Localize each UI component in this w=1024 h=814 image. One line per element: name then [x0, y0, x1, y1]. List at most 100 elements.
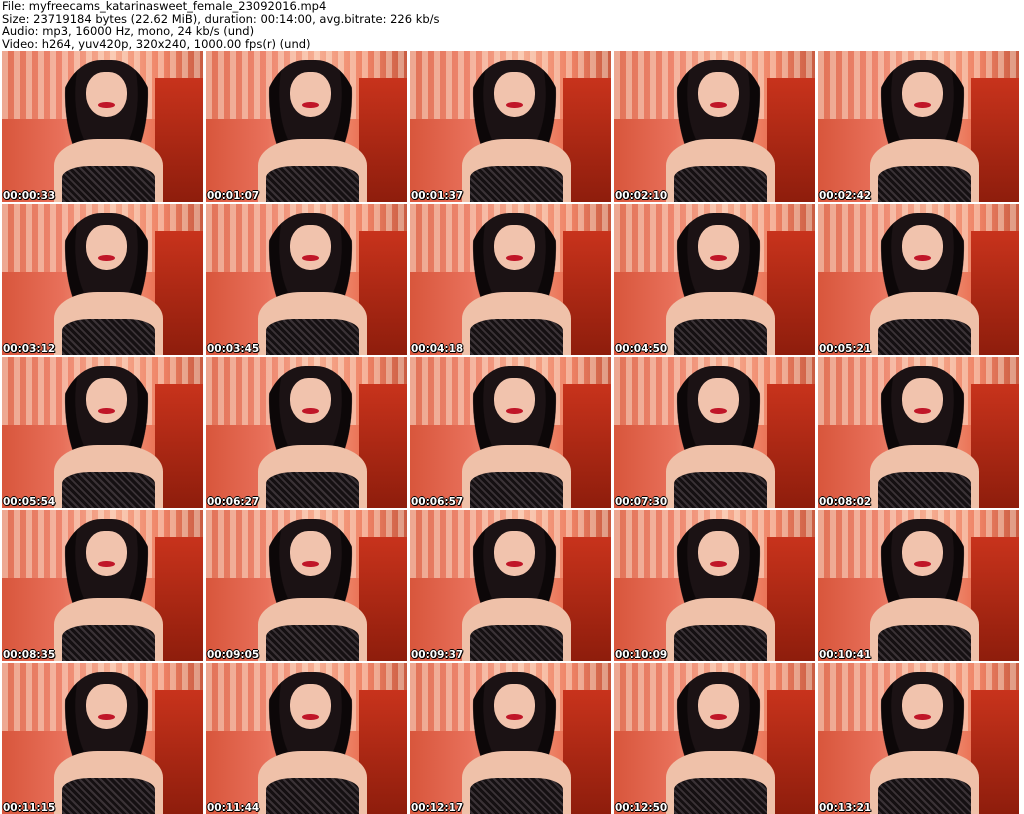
thumbnail-timestamp: 00:03:45 [207, 343, 260, 355]
thumbnail-timestamp: 00:12:17 [411, 802, 464, 814]
thumbnail-bra-shape [266, 318, 359, 355]
thumbnail-face-shape [902, 684, 943, 730]
video-thumbnail[interactable]: 00:11:15 [2, 663, 203, 814]
video-thumbnail[interactable]: 00:13:21 [818, 663, 1019, 814]
thumbnail-bra-shape [266, 624, 359, 661]
thumbnail-face-shape [494, 378, 535, 424]
video-thumbnail[interactable]: 00:05:54 [2, 357, 203, 508]
thumbnail-timestamp: 00:01:07 [207, 190, 260, 202]
thumbnail-timestamp: 00:09:05 [207, 649, 260, 661]
thumbnail-bra-shape [266, 777, 359, 814]
video-thumbnail[interactable]: 00:03:45 [206, 204, 407, 355]
thumbnail-timestamp: 00:08:35 [3, 649, 56, 661]
video-thumbnail[interactable]: 00:02:42 [818, 51, 1019, 202]
thumbnail-bra-shape [62, 165, 155, 202]
video-thumbnail[interactable]: 00:10:41 [818, 510, 1019, 661]
thumbnail-timestamp: 00:03:12 [3, 343, 56, 355]
thumbnail-bra-shape [266, 471, 359, 508]
thumbnail-timestamp: 00:07:30 [615, 496, 668, 508]
thumbnail-bra-shape [62, 624, 155, 661]
video-thumbnail[interactable]: 00:02:10 [614, 51, 815, 202]
thumbnail-timestamp: 00:09:37 [411, 649, 464, 661]
thumbnail-timestamp: 00:12:50 [615, 802, 668, 814]
thumbnail-face-shape [494, 531, 535, 577]
video-thumbnail[interactable]: 00:11:44 [206, 663, 407, 814]
thumbnail-face-shape [290, 684, 331, 730]
thumbnail-bra-shape [470, 777, 563, 814]
thumbnail-bra-shape [878, 318, 971, 355]
video-thumbnail[interactable]: 00:09:37 [410, 510, 611, 661]
thumbnail-face-shape [86, 72, 127, 118]
thumbnail-bra-shape [878, 624, 971, 661]
thumbnail-face-shape [494, 72, 535, 118]
thumbnail-face-shape [86, 684, 127, 730]
thumbnail-face-shape [494, 225, 535, 271]
thumbnail-face-shape [698, 72, 739, 118]
thumbnail-timestamp: 00:08:02 [819, 496, 872, 508]
thumbnail-bra-shape [470, 624, 563, 661]
thumbnail-face-shape [902, 378, 943, 424]
thumbnail-bra-shape [470, 318, 563, 355]
video-thumbnail[interactable]: 00:05:21 [818, 204, 1019, 355]
thumbnail-timestamp: 00:02:42 [819, 190, 872, 202]
thumbnail-face-shape [698, 531, 739, 577]
thumbnail-bra-shape [62, 777, 155, 814]
thumbnail-bra-shape [878, 471, 971, 508]
thumbnail-face-shape [902, 225, 943, 271]
video-thumbnail[interactable]: 00:04:18 [410, 204, 611, 355]
video-thumbnail[interactable]: 00:10:09 [614, 510, 815, 661]
thumbnail-bra-shape [878, 777, 971, 814]
thumbnail-timestamp: 00:10:41 [819, 649, 872, 661]
video-thumbnail[interactable]: 00:06:27 [206, 357, 407, 508]
thumbnail-face-shape [290, 225, 331, 271]
video-thumbnail[interactable]: 00:08:02 [818, 357, 1019, 508]
file-name-line: File: myfreecams_katarinasweet_female_23… [2, 0, 327, 13]
thumbnail-bra-shape [674, 624, 767, 661]
thumbnail-bra-shape [674, 165, 767, 202]
thumbnail-bra-shape [470, 165, 563, 202]
thumbnail-bra-shape [62, 471, 155, 508]
video-thumbnail[interactable]: 00:01:07 [206, 51, 407, 202]
thumbnail-bra-shape [470, 471, 563, 508]
thumbnail-grid: 00:00:33 00:01:07 00:01:37 00:02:10 00:02:42… [2, 51, 1019, 814]
thumbnail-face-shape [494, 684, 535, 730]
thumbnail-timestamp: 00:02:10 [615, 190, 668, 202]
video-thumbnail[interactable]: 00:04:50 [614, 204, 815, 355]
thumbnail-face-shape [290, 72, 331, 118]
thumbnail-timestamp: 00:11:44 [207, 802, 260, 814]
thumbnail-face-shape [86, 531, 127, 577]
thumbnail-bra-shape [674, 318, 767, 355]
thumbnail-timestamp: 00:04:50 [615, 343, 668, 355]
thumbnail-face-shape [902, 72, 943, 118]
thumbnail-bra-shape [266, 165, 359, 202]
audio-info-line: Audio: mp3, 16000 Hz, mono, 24 kb/s (und… [2, 24, 255, 38]
thumbnail-bra-shape [674, 471, 767, 508]
thumbnail-face-shape [698, 225, 739, 271]
video-info-line: Video: h264, yuv420p, 320x240, 1000.00 f… [2, 36, 311, 51]
video-thumbnail[interactable]: 00:07:30 [614, 357, 815, 508]
thumbnail-bra-shape [674, 777, 767, 814]
thumbnail-timestamp: 00:11:15 [3, 802, 56, 814]
thumbnail-timestamp: 00:06:57 [411, 496, 464, 508]
thumbnail-timestamp: 00:01:37 [411, 190, 464, 202]
thumbnail-timestamp: 00:00:33 [3, 190, 56, 202]
video-thumbnail[interactable]: 00:00:33 [2, 51, 203, 202]
video-thumbnail[interactable]: 00:12:50 [614, 663, 815, 814]
video-thumbnail[interactable]: 00:08:35 [2, 510, 203, 661]
thumbnail-face-shape [698, 378, 739, 424]
thumbnail-face-shape [86, 225, 127, 271]
thumbnail-face-shape [290, 531, 331, 577]
video-thumbnail[interactable]: 00:03:12 [2, 204, 203, 355]
thumbnail-timestamp: 00:04:18 [411, 343, 464, 355]
thumbnail-face-shape [902, 531, 943, 577]
thumbnail-timestamp: 00:10:09 [615, 649, 668, 661]
thumbnail-face-shape [86, 378, 127, 424]
video-thumbnail[interactable]: 00:06:57 [410, 357, 611, 508]
thumbnail-timestamp: 00:05:54 [3, 496, 56, 508]
video-thumbnail[interactable]: 00:09:05 [206, 510, 407, 661]
file-info-header: File: myfreecams_katarinasweet_female_23… [2, 0, 440, 50]
thumbnail-bra-shape [878, 165, 971, 202]
video-thumbnail[interactable]: 00:12:17 [410, 663, 611, 814]
video-thumbnail[interactable]: 00:01:37 [410, 51, 611, 202]
thumbnail-face-shape [698, 684, 739, 730]
